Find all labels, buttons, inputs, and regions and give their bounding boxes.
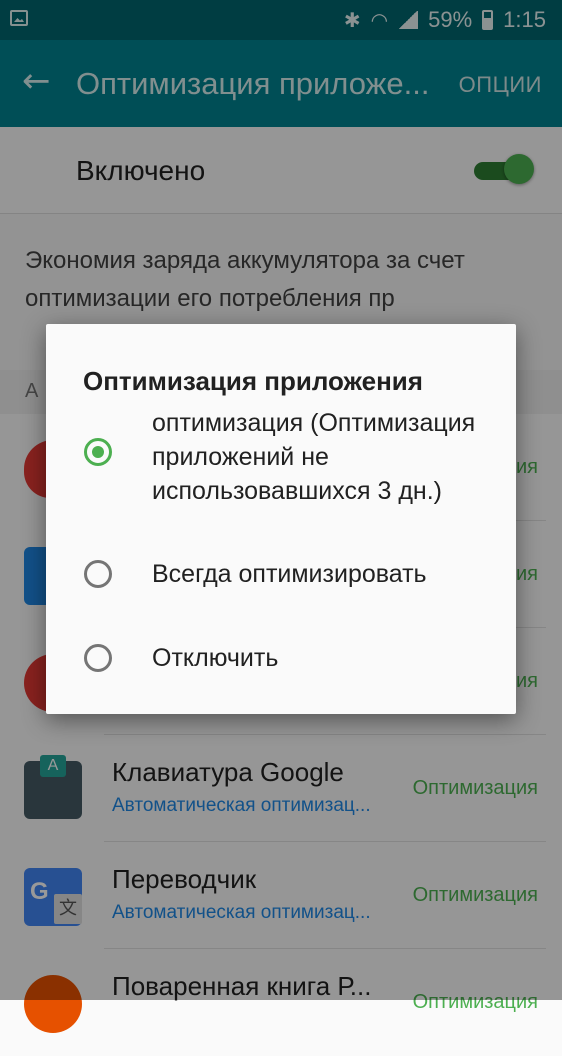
option-always[interactable]: Всегда оптимизировать [46, 560, 516, 632]
option-label: Отключить [152, 644, 279, 672]
option-disable[interactable]: Отключить [46, 644, 516, 714]
radio-selected-icon[interactable] [84, 438, 112, 466]
option-label: Всегда оптимизировать [152, 560, 427, 588]
option-auto[interactable]: Автоматическая оптимизация (Оптимизация … [46, 400, 516, 522]
radio-icon[interactable] [84, 644, 112, 672]
dialog-options: Автоматическая оптимизация (Оптимизация … [46, 400, 516, 714]
option-label: Автоматическая оптимизация (Оптимизация … [152, 400, 476, 505]
dialog-title: Оптимизация приложения [83, 366, 427, 397]
radio-icon[interactable] [84, 560, 112, 588]
optimization-dialog: Оптимизация приложения Автоматическая оп… [46, 324, 516, 714]
